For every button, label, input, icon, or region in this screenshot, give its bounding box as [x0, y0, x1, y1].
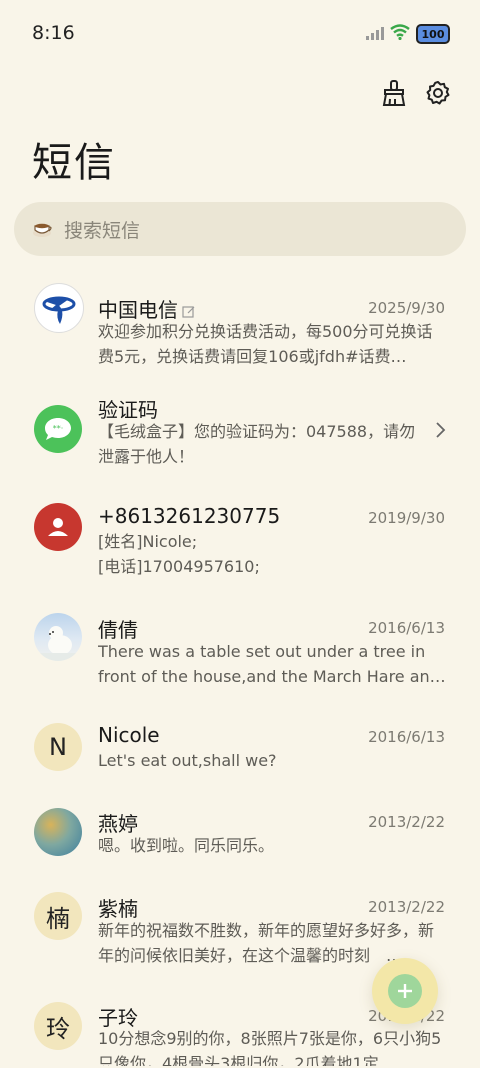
conversation-row[interactable]: N Nicole 2016/6/13 Let's eat out,shall w… — [0, 718, 480, 798]
contact-name: Nicole — [98, 723, 160, 747]
message-preview: 嗯。收到啦。同乐同乐。 — [98, 836, 275, 855]
conversation-row[interactable]: 倩倩 2016/6/13 There was a table set out u… — [0, 608, 480, 708]
message-preview: 欢迎参加积分兑换话费活动，每500分可兑换话费5元，兑换话费请回复106或jfd… — [98, 322, 433, 366]
message-date: 2025/9/30 — [368, 299, 445, 317]
chevron-right-icon[interactable] — [434, 420, 446, 440]
message-date: 2016/6/13 — [368, 728, 445, 746]
status-time: 8:16 — [32, 22, 75, 44]
letter-avatar: 玲 — [34, 1002, 82, 1050]
status-icons: 100 — [366, 24, 450, 44]
wifi-icon — [390, 24, 410, 44]
china-telecom-logo-avatar — [34, 283, 84, 333]
page-title: 短信 — [32, 140, 116, 186]
conversation-row[interactable]: 中国电信 2025/9/30 欢迎参加积分兑换话费活动，每500分可兑换话费5元… — [0, 278, 480, 378]
message-preview: [姓名]Nicole; [电话]17004957610; — [98, 532, 260, 576]
clean-brush-icon[interactable] — [380, 78, 408, 108]
message-date: 2013/2/22 — [368, 813, 445, 831]
search-bar[interactable]: 搜索短信 — [14, 202, 466, 256]
message-date: 2016/6/13 — [368, 619, 445, 637]
message-date: 2019/9/30 — [368, 509, 445, 527]
conversation-row[interactable]: 燕婷 2013/2/22 嗯。收到啦。同乐同乐。 — [0, 806, 480, 886]
message-preview: Let's eat out,shall we? — [98, 751, 277, 770]
contact-name: +8613261230775 — [98, 504, 281, 528]
polar-bear-photo-avatar — [34, 613, 82, 661]
svg-text:**·: **· — [53, 424, 64, 433]
message-preview: 【毛绒盒子】您的验证码为：047588，请勿泄露于他人！ — [98, 422, 416, 466]
top-actions — [380, 78, 452, 108]
message-preview: There was a table set out under a tree i… — [98, 642, 446, 686]
message-bubble-avatar: **· — [34, 405, 82, 453]
message-date: 2013/2/22 — [368, 898, 445, 916]
settings-gear-icon[interactable] — [424, 78, 452, 108]
search-cup-icon — [32, 218, 54, 240]
plus-icon — [388, 974, 422, 1008]
letter-avatar: 楠 — [34, 892, 82, 940]
message-preview: 10分想念9别的你，8张照片7张是你，6只小狗5只像你，4根骨头3根归你，2爪着… — [98, 1029, 442, 1066]
battery-indicator: 100 — [416, 24, 450, 44]
new-message-button[interactable] — [372, 958, 438, 1024]
signal-icon — [366, 25, 384, 44]
search-placeholder: 搜索短信 — [64, 219, 141, 242]
conversation-row[interactable]: **· 验证码 【毛绒盒子】您的验证码为：047588，请勿泄露于他人！ — [0, 388, 480, 488]
person-avatar-icon — [34, 503, 82, 551]
status-bar: 8:16 100 — [0, 0, 480, 68]
landscape-photo-avatar — [34, 808, 82, 856]
letter-avatar: N — [34, 723, 82, 771]
conversation-row[interactable]: +8613261230775 2019/9/30 [姓名]Nicole; [电话… — [0, 498, 480, 598]
